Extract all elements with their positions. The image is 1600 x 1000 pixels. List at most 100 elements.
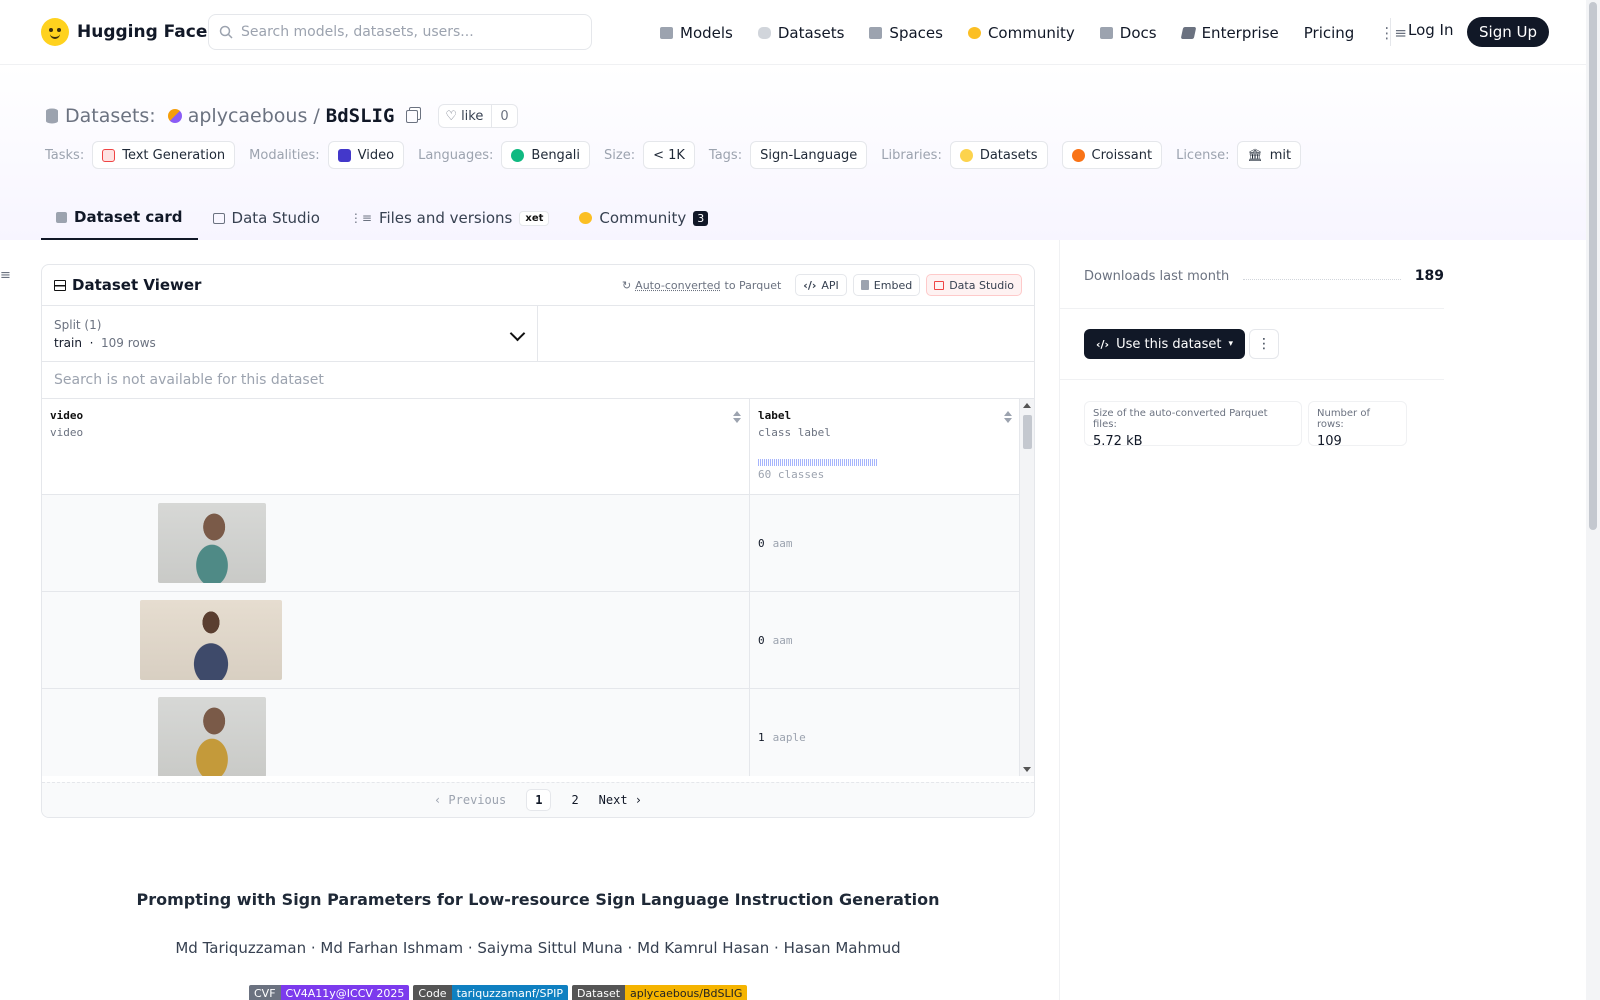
- histogram-bar: [806, 459, 807, 466]
- histogram-bar: [758, 459, 759, 466]
- downloads-stat: Downloads last month 189: [1084, 268, 1444, 284]
- video-cell[interactable]: [42, 592, 750, 688]
- column-name: video: [50, 409, 84, 422]
- data-studio-button[interactable]: Data Studio: [926, 274, 1022, 296]
- code-badge[interactable]: Code tariquzzamanf/SPIP: [413, 985, 568, 1000]
- search-box[interactable]: [208, 14, 592, 50]
- video-thumbnail[interactable]: [158, 697, 266, 776]
- viewer-title: Dataset Viewer: [54, 276, 201, 294]
- tab-community-label: Community: [599, 209, 687, 227]
- tag-license[interactable]: 🏛 mit: [1237, 141, 1302, 169]
- nav-models[interactable]: Models: [660, 24, 733, 42]
- embed-button[interactable]: Embed: [852, 274, 921, 296]
- histogram-bar: [842, 459, 843, 466]
- viewer-search-disabled: Search is not available for this dataset: [42, 362, 1034, 399]
- croissant-icon: [1071, 148, 1085, 162]
- video-thumbnail[interactable]: [158, 503, 266, 583]
- histogram-bar: [796, 459, 797, 466]
- cube-icon: [56, 211, 67, 223]
- like-button[interactable]: ♡ like 0: [438, 104, 518, 128]
- column-type: video: [50, 426, 84, 439]
- page-2-button[interactable]: 2: [571, 793, 578, 807]
- video-thumbnail[interactable]: [140, 600, 282, 680]
- tab-community[interactable]: Community 3: [564, 196, 723, 240]
- nav-docs[interactable]: Docs: [1099, 24, 1157, 42]
- dataset-badge[interactable]: Dataset aplycaebous/BdSLIG: [571, 985, 748, 1000]
- nav-separator: [1390, 18, 1391, 46]
- sidebar-toggle-icon[interactable]: ≡: [0, 268, 11, 283]
- next-page-button[interactable]: Next ›: [599, 793, 642, 807]
- search-input[interactable]: [241, 24, 571, 40]
- viewer-header: Dataset Viewer ↻ Auto-converted to Parquet…: [42, 265, 1034, 306]
- conference-badge[interactable]: CVF CV4A11y@ICCV 2025: [249, 985, 410, 1000]
- more-menu-icon[interactable]: ⋮≡: [1379, 24, 1407, 42]
- tag-size[interactable]: < 1K: [643, 141, 695, 169]
- login-link[interactable]: Log In: [1408, 21, 1454, 39]
- tag-library-croissant[interactable]: Croissant: [1061, 141, 1163, 169]
- row-count-value: 109: [1317, 434, 1342, 449]
- histogram-bar: [818, 459, 819, 466]
- tag-library-datasets[interactable]: Datasets: [949, 141, 1048, 169]
- histogram-bar: [816, 459, 817, 466]
- table-row[interactable]: 0 aam: [42, 495, 1034, 592]
- nav-datasets[interactable]: Datasets: [757, 24, 844, 42]
- code-icon: ‹/›: [803, 278, 817, 292]
- downloads-label: Downloads last month: [1084, 268, 1230, 284]
- tag-sign-language[interactable]: Sign-Language: [750, 141, 868, 169]
- api-button[interactable]: ‹/› API: [795, 274, 847, 296]
- column-header-label[interactable]: label class label 60 classes: [750, 399, 1020, 494]
- table-row[interactable]: 1 aaple: [42, 689, 1034, 776]
- scroll-down-icon[interactable]: [1023, 767, 1031, 772]
- page-scrollbar-thumb[interactable]: [1589, 2, 1597, 530]
- page-scrollbar[interactable]: [1586, 0, 1600, 1000]
- badge-right: aplycaebous/BdSLIG: [625, 985, 748, 1000]
- tag-modality[interactable]: Video: [327, 141, 405, 169]
- tab-data-studio[interactable]: Data Studio: [198, 196, 335, 240]
- tab-files-and-versions[interactable]: ⋮≡ Files and versions xet: [335, 196, 565, 240]
- table-row[interactable]: 0 aam: [42, 592, 1034, 689]
- tab-dataset-card-label: Dataset card: [74, 208, 183, 226]
- histogram-bar: [852, 459, 853, 466]
- scroll-up-icon[interactable]: [1023, 403, 1031, 408]
- use-this-dataset-button[interactable]: ‹/› Use this dataset ▾: [1084, 329, 1246, 359]
- viewer-actions: ↻ Auto-converted to Parquet ‹/› API Embed D…: [622, 274, 1022, 296]
- brand[interactable]: Hugging Face: [41, 18, 207, 46]
- breadcrumb-section[interactable]: Datasets:: [65, 105, 156, 127]
- tag-language[interactable]: Bengali: [501, 141, 591, 169]
- files-icon: ⋮≡: [349, 211, 372, 225]
- sort-icon[interactable]: [1004, 411, 1012, 423]
- nav-spaces[interactable]: Spaces: [869, 24, 943, 42]
- breadcrumb-repo[interactable]: BdSLIG: [326, 105, 395, 127]
- breadcrumb-owner[interactable]: aplycaebous: [188, 105, 308, 127]
- split-rows: 109 rows: [101, 336, 156, 350]
- nav-pricing[interactable]: Pricing: [1304, 24, 1355, 42]
- histogram-bar: [764, 459, 765, 466]
- hugging-face-logo-icon: [41, 18, 69, 46]
- histogram-bar: [858, 459, 859, 466]
- more-options-icon[interactable]: ⋮: [1249, 329, 1279, 359]
- modalities-label: Modalities:: [249, 147, 320, 163]
- tag-task[interactable]: Text Generation: [92, 141, 236, 169]
- histogram-bar: [866, 459, 867, 466]
- tab-dataset-card[interactable]: Dataset card: [41, 196, 198, 240]
- copy-icon[interactable]: [406, 109, 419, 123]
- video-cell[interactable]: [42, 689, 750, 776]
- histogram-bar: [820, 459, 821, 466]
- signup-button[interactable]: Sign Up: [1467, 17, 1549, 47]
- page-1-button[interactable]: 1: [526, 789, 552, 811]
- auto-converted-link[interactable]: Auto-converted: [635, 279, 720, 292]
- histogram-bar: [800, 459, 801, 466]
- nav-community[interactable]: Community: [967, 24, 1075, 42]
- video-cell[interactable]: [42, 495, 750, 591]
- column-header-video[interactable]: video video: [42, 399, 750, 494]
- previous-page-button[interactable]: ‹ Previous: [434, 793, 506, 807]
- xet-label: xet: [525, 212, 544, 224]
- nav-enterprise[interactable]: Enterprise: [1180, 24, 1279, 42]
- community-icon: [967, 26, 981, 39]
- split-selector[interactable]: Split (1) train · 109 rows: [42, 306, 538, 361]
- table-scrollbar[interactable]: [1019, 399, 1034, 776]
- sort-icon[interactable]: [733, 411, 741, 423]
- scrollbar-thumb[interactable]: [1023, 415, 1032, 449]
- paper-title: Prompting with Sign Parameters for Low-r…: [136, 890, 940, 909]
- refresh-icon: ↻: [621, 278, 632, 292]
